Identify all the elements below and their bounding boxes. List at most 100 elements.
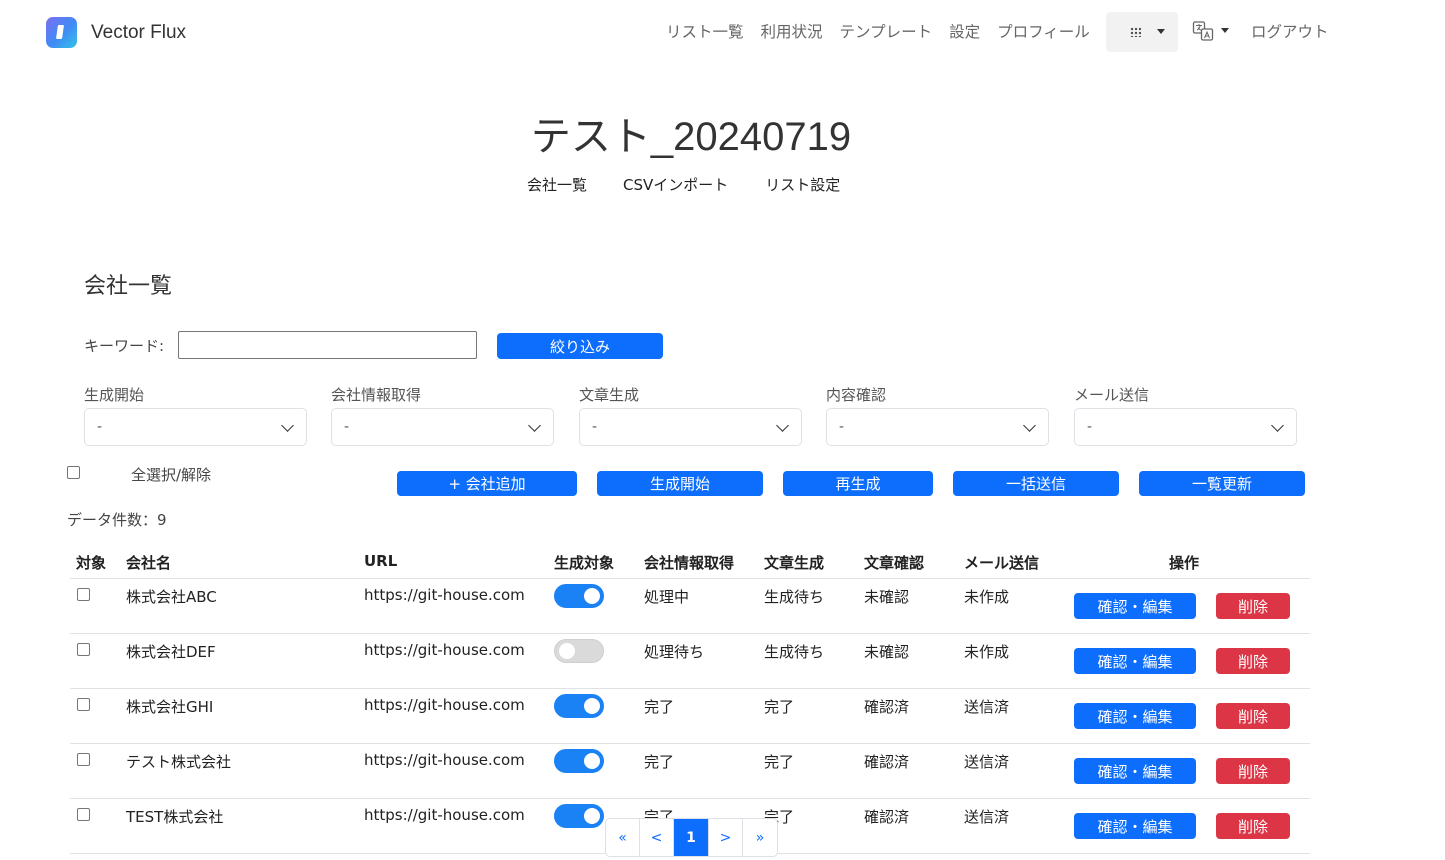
row-checkbox[interactable] xyxy=(77,698,90,711)
delete-button[interactable]: 削除 xyxy=(1216,703,1290,729)
text-check-status: 未確認 xyxy=(864,588,910,606)
company-name: テスト株式会社 xyxy=(126,753,232,771)
table-row: テスト株式会社 https://git-house.com 完了 完了 確認済 送信済 確認… xyxy=(70,744,1310,799)
chevron-down-icon xyxy=(1023,419,1036,432)
add-company-button[interactable]: + 会社追加 xyxy=(397,471,577,496)
company-url[interactable]: https://git-house.com xyxy=(364,641,525,659)
generate-toggle[interactable] xyxy=(554,584,604,608)
filter-value: - xyxy=(344,419,350,435)
language-menu-button[interactable] xyxy=(1192,20,1234,44)
delete-button[interactable]: 削除 xyxy=(1216,593,1290,619)
chevron-down-icon xyxy=(1271,419,1284,432)
company-url[interactable]: https://git-house.com xyxy=(364,696,525,714)
filter-label: 内容確認 xyxy=(826,386,887,404)
apps-menu-button[interactable] xyxy=(1106,12,1178,52)
last-page-button[interactable]: » xyxy=(743,819,777,856)
nav-links: リスト一覧 利用状況 テンプレート 設定 プロフィール xyxy=(666,20,1107,42)
keyword-input[interactable] xyxy=(178,331,477,359)
edit-button[interactable]: 確認・編集 xyxy=(1074,593,1196,619)
bulk-send-button[interactable]: 一括送信 xyxy=(953,471,1119,496)
toggle-knob xyxy=(584,808,600,824)
filter-select-text-generate[interactable]: - xyxy=(579,408,802,446)
header-text-check: 文章確認 xyxy=(864,554,925,572)
nav-link-settings[interactable]: 設定 xyxy=(949,20,980,42)
mail-send-status: 未作成 xyxy=(964,588,1010,606)
edit-button[interactable]: 確認・編集 xyxy=(1074,813,1196,839)
app-logo xyxy=(46,17,77,48)
start-generate-button[interactable]: 生成開始 xyxy=(597,471,763,496)
caret-down-icon xyxy=(1221,28,1229,33)
text-generate-status: 生成待ち xyxy=(764,643,825,661)
company-info-status: 処理待ち xyxy=(644,643,705,661)
header-operations: 操作 xyxy=(1169,554,1200,572)
company-name: 株式会社ABC xyxy=(126,588,217,606)
filter-content-check: 内容確認 - xyxy=(826,384,1049,446)
filter-label: 文章生成 xyxy=(579,386,640,404)
row-checkbox[interactable] xyxy=(77,753,90,766)
company-url[interactable]: https://git-house.com xyxy=(364,586,525,604)
edit-button[interactable]: 確認・編集 xyxy=(1074,758,1196,784)
subnav-company-list[interactable]: 会社一覧 xyxy=(527,174,587,195)
header-url: URL xyxy=(364,552,398,570)
caret-down-icon xyxy=(1157,29,1165,34)
nav-link-templates[interactable]: テンプレート xyxy=(840,20,933,42)
next-page-button[interactable]: > xyxy=(709,819,743,856)
generate-toggle[interactable] xyxy=(554,639,604,663)
filter-select-company-info[interactable]: - xyxy=(331,408,554,446)
row-checkbox[interactable] xyxy=(77,808,90,821)
generate-toggle[interactable] xyxy=(554,694,604,718)
pagination: « < 1 > » xyxy=(605,818,778,857)
generate-toggle[interactable] xyxy=(554,804,604,828)
mail-send-status: 未作成 xyxy=(964,643,1010,661)
keyword-label: キーワード: xyxy=(84,337,165,355)
list-subnav: 会社一覧 CSVインポート リスト設定 xyxy=(527,174,840,195)
row-checkbox[interactable] xyxy=(77,643,90,656)
generate-toggle[interactable] xyxy=(554,749,604,773)
text-generate-status: 完了 xyxy=(764,698,795,716)
grid-icon xyxy=(1130,27,1141,37)
delete-button[interactable]: 削除 xyxy=(1216,813,1290,839)
first-page-button[interactable]: « xyxy=(606,819,640,856)
text-check-status: 確認済 xyxy=(864,698,910,716)
company-url[interactable]: https://git-house.com xyxy=(364,806,525,824)
nav-link-usage[interactable]: 利用状況 xyxy=(761,20,823,42)
top-navbar: Vector Flux リスト一覧 利用状況 テンプレート 設定 プロフィール … xyxy=(0,0,1445,66)
delete-button[interactable]: 削除 xyxy=(1216,758,1290,784)
nav-link-profile[interactable]: プロフィール xyxy=(997,20,1090,42)
logout-link[interactable]: ログアウト xyxy=(1251,20,1329,42)
refresh-list-button[interactable]: 一覧更新 xyxy=(1139,471,1305,496)
current-page-button[interactable]: 1 xyxy=(674,819,709,856)
filter-select-mail-send[interactable]: - xyxy=(1074,408,1297,446)
filter-select-generate-start[interactable]: - xyxy=(84,408,307,446)
text-generate-status: 完了 xyxy=(764,753,795,771)
filter-value: - xyxy=(1087,419,1093,435)
company-info-status: 完了 xyxy=(644,698,675,716)
header-mail-send: メール送信 xyxy=(964,554,1040,572)
edit-button[interactable]: 確認・編集 xyxy=(1074,648,1196,674)
table-header: 対象 会社名 URL 生成対象 会社情報取得 文章生成 文章確認 メール送信 操… xyxy=(70,543,1310,579)
company-url[interactable]: https://git-house.com xyxy=(364,751,525,769)
filter-button[interactable]: 絞り込み xyxy=(497,333,663,359)
filter-label: 生成開始 xyxy=(84,386,145,404)
nav-link-list[interactable]: リスト一覧 xyxy=(666,20,744,42)
row-checkbox[interactable] xyxy=(77,588,90,601)
text-check-status: 未確認 xyxy=(864,643,910,661)
header-target: 対象 xyxy=(76,554,107,572)
brand[interactable]: Vector Flux xyxy=(46,17,186,48)
filter-select-content-check[interactable]: - xyxy=(826,408,1049,446)
chevron-down-icon xyxy=(281,419,294,432)
text-generate-status: 生成待ち xyxy=(764,588,825,606)
edit-button[interactable]: 確認・編集 xyxy=(1074,703,1196,729)
subnav-list-settings[interactable]: リスト設定 xyxy=(765,174,840,195)
toggle-knob xyxy=(584,698,600,714)
select-all-checkbox[interactable] xyxy=(67,466,80,479)
mail-send-status: 送信済 xyxy=(964,808,1010,826)
filter-value: - xyxy=(839,419,845,435)
company-name: TEST株式会社 xyxy=(126,808,224,826)
header-generate-target: 生成対象 xyxy=(554,554,615,572)
prev-page-button[interactable]: < xyxy=(640,819,674,856)
regenerate-button[interactable]: 再生成 xyxy=(783,471,933,496)
data-count: データ件数：9 xyxy=(67,511,167,529)
subnav-csv-import[interactable]: CSVインポート xyxy=(623,174,728,195)
delete-button[interactable]: 削除 xyxy=(1216,648,1290,674)
